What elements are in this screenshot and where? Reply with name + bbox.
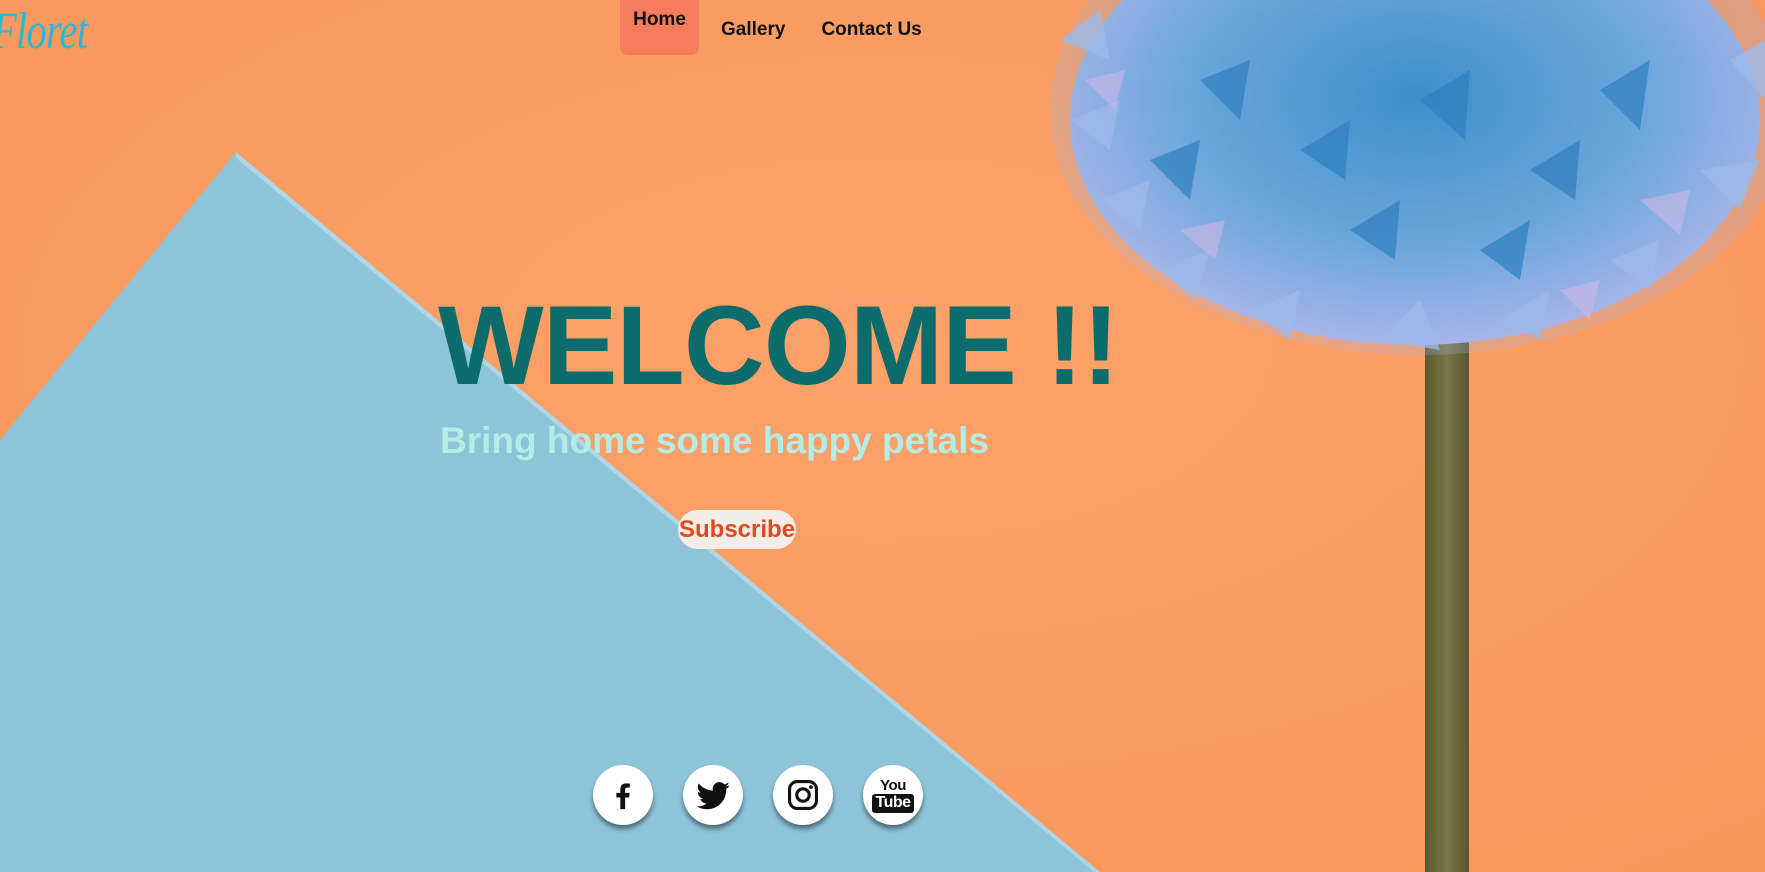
social-links: You Tube: [593, 765, 923, 825]
instagram-icon: [787, 779, 819, 811]
hero-subtitle: Bring home some happy petals: [440, 420, 989, 461]
youtube-link[interactable]: You Tube: [863, 765, 923, 825]
twitter-link[interactable]: [683, 765, 743, 825]
twitter-icon: [696, 782, 730, 810]
instagram-link[interactable]: [773, 765, 833, 825]
flower-stem: [1425, 300, 1469, 872]
facebook-icon: [616, 783, 630, 810]
hero-title: WELCOME !!: [438, 283, 1120, 408]
youtube-icon-top-text: You: [880, 776, 906, 794]
youtube-icon: You Tube: [872, 776, 914, 813]
nav-item-home[interactable]: Home: [620, 0, 699, 55]
main-nav: Home Gallery Contact Us: [620, 0, 922, 55]
subscribe-button[interactable]: Subscribe: [678, 510, 797, 549]
brand-logo[interactable]: Floret: [0, 6, 88, 58]
youtube-icon-bottom-text: Tube: [872, 793, 914, 813]
facebook-link[interactable]: [593, 765, 653, 825]
nav-item-contact-us[interactable]: Contact Us: [821, 0, 921, 41]
nav-item-gallery[interactable]: Gallery: [721, 0, 785, 41]
